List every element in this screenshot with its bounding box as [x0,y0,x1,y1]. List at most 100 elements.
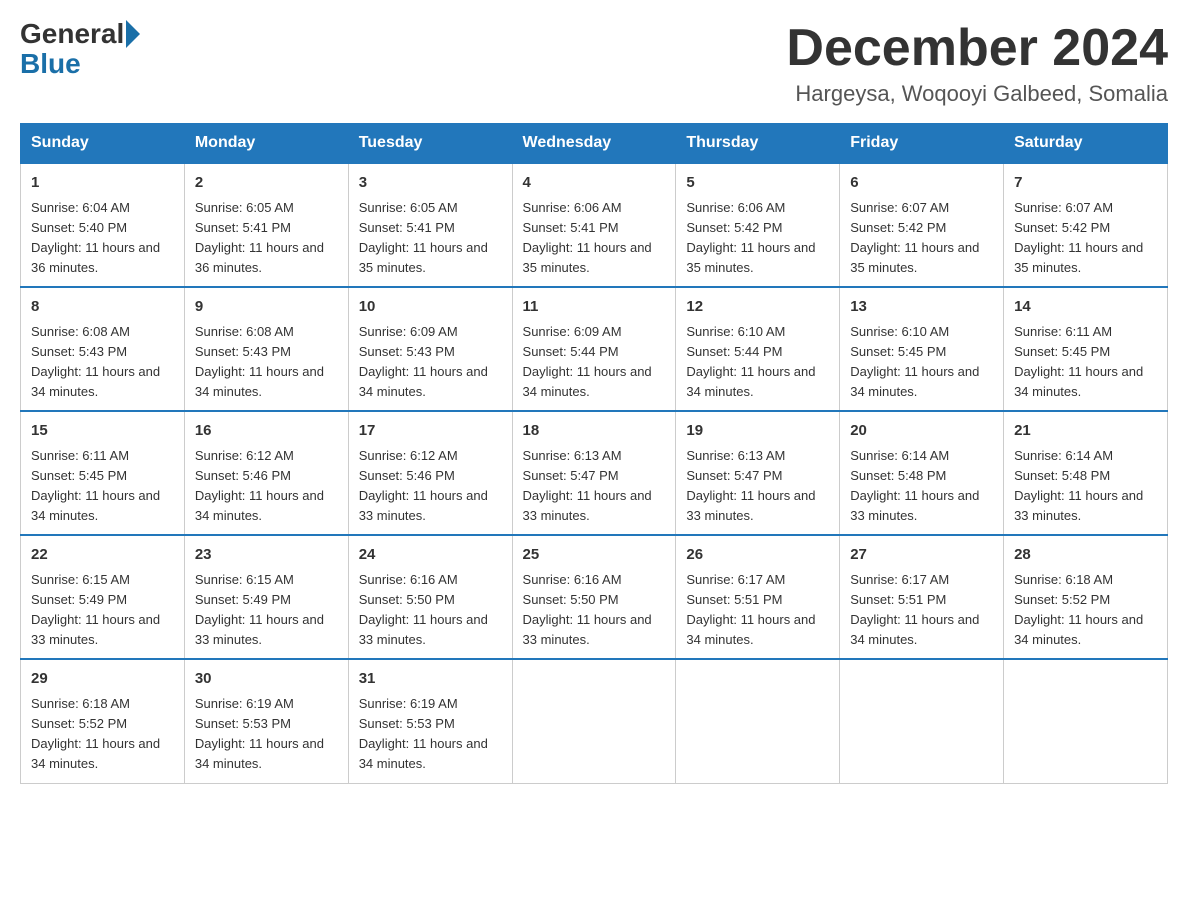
logo: General Blue [20,20,142,80]
day-info: Sunrise: 6:12 AMSunset: 5:46 PMDaylight:… [195,446,338,527]
day-info: Sunrise: 6:07 AMSunset: 5:42 PMDaylight:… [850,198,993,279]
day-number: 11 [523,296,666,319]
day-number: 9 [195,296,338,319]
calendar-cell: 21 Sunrise: 6:14 AMSunset: 5:48 PMDayligh… [1004,411,1168,535]
location-title: Hargeysa, Woqooyi Galbeed, Somalia [786,81,1168,107]
day-info: Sunrise: 6:09 AMSunset: 5:43 PMDaylight:… [359,322,502,403]
day-info: Sunrise: 6:19 AMSunset: 5:53 PMDaylight:… [359,694,502,775]
calendar-cell: 20 Sunrise: 6:14 AMSunset: 5:48 PMDayligh… [840,411,1004,535]
day-number: 24 [359,544,502,567]
calendar-week-row: 15 Sunrise: 6:11 AMSunset: 5:45 PMDayligh… [21,411,1168,535]
calendar-cell: 9 Sunrise: 6:08 AMSunset: 5:43 PMDaylight… [184,287,348,411]
day-info: Sunrise: 6:05 AMSunset: 5:41 PMDaylight:… [359,198,502,279]
day-number: 15 [31,420,174,443]
day-info: Sunrise: 6:07 AMSunset: 5:42 PMDaylight:… [1014,198,1157,279]
calendar-cell: 25 Sunrise: 6:16 AMSunset: 5:50 PMDayligh… [512,535,676,659]
day-number: 4 [523,172,666,195]
day-info: Sunrise: 6:09 AMSunset: 5:44 PMDaylight:… [523,322,666,403]
day-number: 19 [686,420,829,443]
day-number: 17 [359,420,502,443]
calendar-cell: 26Sunrise: 6:17 AMSunset: 5:51 PMDayligh… [676,535,840,659]
calendar-cell: 27 Sunrise: 6:17 AMSunset: 5:51 PMDayligh… [840,535,1004,659]
calendar-cell: 1 Sunrise: 6:04 AMSunset: 5:40 PMDaylight… [21,163,185,287]
calendar-header-friday: Friday [840,124,1004,164]
day-number: 25 [523,544,666,567]
day-number: 7 [1014,172,1157,195]
logo-general-text: General [20,20,124,48]
calendar-table: SundayMondayTuesdayWednesdayThursdayFrid… [20,123,1168,783]
day-info: Sunrise: 6:16 AMSunset: 5:50 PMDaylight:… [523,570,666,651]
day-number: 30 [195,668,338,691]
day-number: 27 [850,544,993,567]
day-number: 13 [850,296,993,319]
day-info: Sunrise: 6:19 AMSunset: 5:53 PMDaylight:… [195,694,338,775]
calendar-cell [676,659,840,783]
day-info: Sunrise: 6:04 AMSunset: 5:40 PMDaylight:… [31,198,174,279]
day-number: 29 [31,668,174,691]
day-info: Sunrise: 6:08 AMSunset: 5:43 PMDaylight:… [31,322,174,403]
day-number: 14 [1014,296,1157,319]
day-info: Sunrise: 6:14 AMSunset: 5:48 PMDaylight:… [850,446,993,527]
day-info: Sunrise: 6:15 AMSunset: 5:49 PMDaylight:… [31,570,174,651]
day-info: Sunrise: 6:14 AMSunset: 5:48 PMDaylight:… [1014,446,1157,527]
calendar-cell: 17 Sunrise: 6:12 AMSunset: 5:46 PMDayligh… [348,411,512,535]
day-number: 5 [686,172,829,195]
page-header: General Blue December 2024 Hargeysa, Woq… [20,20,1168,107]
calendar-cell: 4 Sunrise: 6:06 AMSunset: 5:41 PMDaylight… [512,163,676,287]
calendar-header-saturday: Saturday [1004,124,1168,164]
day-number: 8 [31,296,174,319]
day-number: 12 [686,296,829,319]
day-info: Sunrise: 6:12 AMSunset: 5:46 PMDaylight:… [359,446,502,527]
day-number: 6 [850,172,993,195]
calendar-cell: 13 Sunrise: 6:10 AMSunset: 5:45 PMDayligh… [840,287,1004,411]
day-number: 10 [359,296,502,319]
calendar-cell: 7 Sunrise: 6:07 AMSunset: 5:42 PMDaylight… [1004,163,1168,287]
calendar-cell [840,659,1004,783]
calendar-cell: 14Sunrise: 6:11 AMSunset: 5:45 PMDayligh… [1004,287,1168,411]
calendar-header-row: SundayMondayTuesdayWednesdayThursdayFrid… [21,124,1168,164]
calendar-cell: 5Sunrise: 6:06 AMSunset: 5:42 PMDaylight… [676,163,840,287]
calendar-header-sunday: Sunday [21,124,185,164]
calendar-cell [512,659,676,783]
day-number: 20 [850,420,993,443]
calendar-header-monday: Monday [184,124,348,164]
calendar-cell: 15 Sunrise: 6:11 AMSunset: 5:45 PMDayligh… [21,411,185,535]
day-number: 22 [31,544,174,567]
day-info: Sunrise: 6:11 AMSunset: 5:45 PMDaylight:… [31,446,174,527]
calendar-cell: 12 Sunrise: 6:10 AMSunset: 5:44 PMDayligh… [676,287,840,411]
day-info: Sunrise: 6:16 AMSunset: 5:50 PMDaylight:… [359,570,502,651]
day-number: 1 [31,172,174,195]
day-info: Sunrise: 6:10 AMSunset: 5:44 PMDaylight:… [686,322,829,403]
logo-arrow-icon [126,20,140,48]
day-info: Sunrise: 6:18 AMSunset: 5:52 PMDaylight:… [1014,570,1157,651]
calendar-cell: 29Sunrise: 6:18 AMSunset: 5:52 PMDayligh… [21,659,185,783]
day-number: 21 [1014,420,1157,443]
calendar-cell: 22 Sunrise: 6:15 AMSunset: 5:49 PMDayligh… [21,535,185,659]
calendar-header-tuesday: Tuesday [348,124,512,164]
day-info: Sunrise: 6:17 AMSunset: 5:51 PMDaylight:… [850,570,993,651]
day-info: Sunrise: 6:06 AMSunset: 5:41 PMDaylight:… [523,198,666,279]
calendar-cell: 30 Sunrise: 6:19 AMSunset: 5:53 PMDayligh… [184,659,348,783]
title-block: December 2024 Hargeysa, Woqooyi Galbeed,… [786,20,1168,107]
day-info: Sunrise: 6:17 AMSunset: 5:51 PMDaylight:… [686,570,829,651]
calendar-cell: 3 Sunrise: 6:05 AMSunset: 5:41 PMDaylight… [348,163,512,287]
day-number: 3 [359,172,502,195]
day-info: Sunrise: 6:10 AMSunset: 5:45 PMDaylight:… [850,322,993,403]
calendar-cell: 18Sunrise: 6:13 AMSunset: 5:47 PMDayligh… [512,411,676,535]
month-title: December 2024 [786,20,1168,77]
calendar-header-wednesday: Wednesday [512,124,676,164]
day-number: 23 [195,544,338,567]
day-info: Sunrise: 6:13 AMSunset: 5:47 PMDaylight:… [686,446,829,527]
day-info: Sunrise: 6:05 AMSunset: 5:41 PMDaylight:… [195,198,338,279]
calendar-cell: 19 Sunrise: 6:13 AMSunset: 5:47 PMDayligh… [676,411,840,535]
calendar-cell: 2Sunrise: 6:05 AMSunset: 5:41 PMDaylight… [184,163,348,287]
calendar-week-row: 22 Sunrise: 6:15 AMSunset: 5:49 PMDayligh… [21,535,1168,659]
calendar-week-row: 8 Sunrise: 6:08 AMSunset: 5:43 PMDaylight… [21,287,1168,411]
calendar-cell: 24 Sunrise: 6:16 AMSunset: 5:50 PMDayligh… [348,535,512,659]
day-info: Sunrise: 6:13 AMSunset: 5:47 PMDaylight:… [523,446,666,527]
day-info: Sunrise: 6:08 AMSunset: 5:43 PMDaylight:… [195,322,338,403]
calendar-cell: 6 Sunrise: 6:07 AMSunset: 5:42 PMDaylight… [840,163,1004,287]
calendar-cell: 31 Sunrise: 6:19 AMSunset: 5:53 PMDayligh… [348,659,512,783]
day-number: 31 [359,668,502,691]
calendar-cell: 16Sunrise: 6:12 AMSunset: 5:46 PMDayligh… [184,411,348,535]
